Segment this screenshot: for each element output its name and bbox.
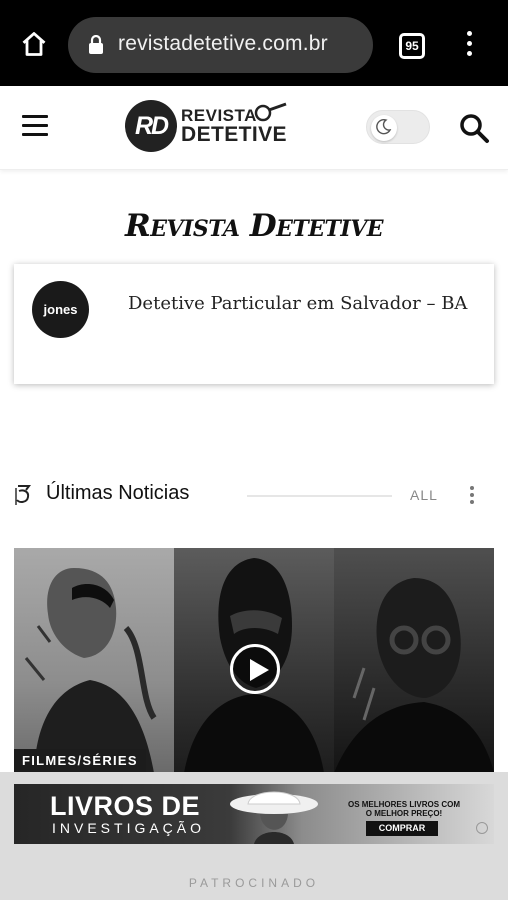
browser-menu-icon[interactable] bbox=[462, 31, 476, 61]
ad-tagline: OS MELHORES LIVROS COM O MELHOR PREÇO! bbox=[347, 800, 460, 818]
section-title: Últimas Noticias bbox=[46, 482, 190, 504]
ad-subtitle: INVESTIGAÇÃO bbox=[52, 820, 206, 836]
ad-buy-button[interactable]: COMPRAR bbox=[366, 821, 438, 836]
character-image bbox=[24, 568, 157, 773]
thumbnail-panel-right bbox=[334, 548, 494, 773]
sponsored-label: PATROCINADO bbox=[188, 876, 320, 890]
play-button[interactable] bbox=[230, 644, 280, 694]
detective-hat-icon bbox=[230, 791, 318, 844]
address-bar[interactable]: revistadetetive.com.br bbox=[68, 17, 373, 73]
category-badge[interactable]: FILMES/SÉRIES bbox=[14, 749, 146, 773]
more-options-icon[interactable] bbox=[470, 486, 476, 506]
site-header: RD REVISTA DETETIVE bbox=[0, 86, 508, 170]
card-link-text[interactable]: Detetive Particular em Salvador – BA bbox=[128, 293, 467, 314]
featured-video-thumbnail[interactable] bbox=[14, 548, 494, 773]
ad-banner[interactable]: LIVROS DE INVESTIGAÇÃO OS MELHORES LIVRO… bbox=[14, 784, 494, 844]
tab-switcher-button[interactable]: 95 bbox=[399, 33, 425, 59]
logo-monogram: RD bbox=[125, 100, 177, 152]
url-text: revistadetetive.com.br bbox=[118, 32, 328, 55]
sponsored-ad-area: LIVROS DE INVESTIGAÇÃO OS MELHORES LIVRO… bbox=[0, 772, 508, 900]
page-title: Revista Detetive bbox=[124, 208, 384, 244]
section-divider bbox=[247, 495, 392, 497]
featured-card[interactable]: jones Detetive Particular em Salvador – … bbox=[14, 264, 494, 384]
ad-title: LIVROS DE bbox=[50, 791, 201, 821]
news-icon bbox=[15, 485, 31, 505]
hamburger-menu-icon[interactable] bbox=[22, 115, 48, 137]
magnifying-glass-icon bbox=[254, 102, 287, 122]
character-image bbox=[334, 578, 494, 773]
site-logo[interactable]: RD REVISTA DETETIVE bbox=[125, 100, 290, 154]
play-icon bbox=[250, 659, 269, 681]
home-icon[interactable] bbox=[20, 30, 48, 58]
all-link[interactable]: ALL bbox=[410, 487, 438, 503]
logo-line-2: DETETIVE bbox=[181, 123, 287, 146]
ad-info-icon[interactable] bbox=[476, 822, 488, 834]
dark-mode-toggle[interactable] bbox=[366, 110, 430, 144]
lock-icon bbox=[89, 35, 103, 54]
section-header: Últimas Noticias ALL bbox=[0, 478, 508, 512]
thumbnail-panel-left bbox=[14, 548, 174, 773]
card-avatar: jones bbox=[32, 281, 89, 338]
moon-icon bbox=[376, 118, 392, 135]
browser-toolbar: revistadetetive.com.br 95 bbox=[0, 0, 508, 86]
search-icon[interactable] bbox=[458, 112, 490, 144]
